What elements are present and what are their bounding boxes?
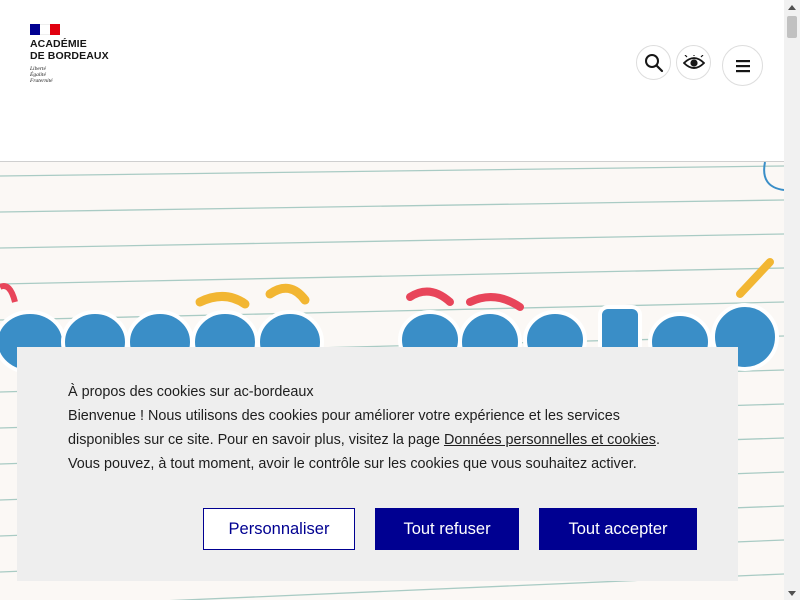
page-scrollbar[interactable] <box>784 0 800 600</box>
cookie-title: À propos des cookies sur ac-bordeaux <box>68 384 314 400</box>
logo-line-2: DE BORDEAUX <box>30 50 109 62</box>
scrollbar-thumb[interactable] <box>787 16 797 38</box>
cookie-description: Bienvenue ! Nous utilisons des cookies p… <box>68 404 687 452</box>
motto-line-3: Fraternité <box>30 78 53 84</box>
scroll-up-arrow-icon[interactable] <box>784 0 800 14</box>
academie-logo[interactable]: ACADÉMIE DE BORDEAUX Liberté Égalité Fra… <box>30 24 109 84</box>
scroll-down-arrow-icon[interactable] <box>784 586 800 600</box>
accept-all-button[interactable]: Tout accepter <box>539 508 697 550</box>
hamburger-icon <box>735 59 750 72</box>
site-header: ACADÉMIE DE BORDEAUX Liberté Égalité Fra… <box>0 0 784 162</box>
customize-cookies-button[interactable]: Personnaliser <box>203 508 355 550</box>
logo-line-1: ACADÉMIE <box>30 38 87 50</box>
logo-title: ACADÉMIE DE BORDEAUX <box>30 38 109 62</box>
accessibility-button[interactable] <box>676 45 711 80</box>
eye-icon <box>682 54 705 69</box>
menu-button[interactable] <box>722 45 763 86</box>
marianne-flag-icon <box>30 24 60 35</box>
refuse-all-button[interactable]: Tout refuser <box>375 508 519 550</box>
cookie-control-text: Vous pouvez, à tout moment, avoir le con… <box>68 456 637 472</box>
cookie-text-period: . <box>655 432 660 448</box>
search-icon <box>644 53 663 72</box>
cookie-consent-banner: À propos des cookies sur ac-bordeaux Bie… <box>17 347 738 581</box>
search-button[interactable] <box>636 45 671 80</box>
privacy-policy-link[interactable]: Données personnelles et cookies <box>444 432 656 448</box>
republic-motto: Liberté Égalité Fraternité <box>30 66 109 84</box>
